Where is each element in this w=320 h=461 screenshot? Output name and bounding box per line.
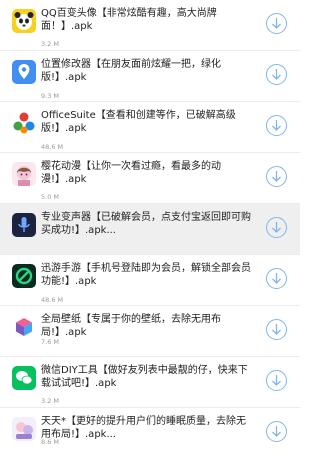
item-title: 樱花动漫【让你一次看过瘾，看最多的动漫!】.apk: [41, 161, 221, 185]
download-arrow-icon: [272, 222, 281, 233]
download-button[interactable]: [266, 217, 287, 238]
item-title: 迅游手游【手机号登陆即为会员，解锁全部会员功能!】.apk: [41, 263, 251, 287]
list-item[interactable]: 微信DIY工具【做好友列表中最靓的仔，快来下载试试吧!】.apk 3.2 M: [0, 357, 300, 408]
list-item[interactable]: 天天*【更好的提升用户们的睡眠质量，去除无用布局!】.apk... 8.6 M: [0, 408, 300, 461]
download-arrow-icon: [272, 324, 281, 335]
office-suite-icon: [12, 111, 36, 135]
download-button[interactable]: [266, 421, 287, 442]
item-title: 天天*【更好的提升用户们的睡眠质量，去除无用布局!】.apk...: [41, 416, 246, 440]
list-item[interactable]: 专业变声器【已破解会员，点支付宝返回即可购买成功!】.apk...: [0, 204, 300, 255]
list-item[interactable]: 全局壁纸【专属于你的壁纸，去除无用布局!】.apk 7.6 M: [0, 306, 300, 357]
download-arrow-icon: [272, 120, 281, 131]
item-size: 48.6 M: [41, 143, 64, 151]
list-item[interactable]: 迅游手游【手机号登陆即为会员，解锁全部会员功能!】.apk 48.6 M: [0, 255, 300, 306]
download-button[interactable]: [266, 64, 287, 85]
list-item[interactable]: 樱花动漫【让你一次看过瘾，看最多的动漫!】.apk 5.0 M: [0, 153, 300, 204]
download-arrow-icon: [272, 375, 281, 386]
download-button[interactable]: [266, 319, 287, 340]
item-size: 8.6 M: [41, 438, 60, 446]
download-button[interactable]: [266, 115, 287, 136]
item-title: 专业变声器【已破解会员，点支付宝返回即可购买成功!】.apk...: [41, 212, 251, 236]
xunyou-game-icon: [12, 264, 36, 288]
download-button[interactable]: [266, 13, 287, 34]
anime-girl-icon: [12, 162, 36, 186]
download-arrow-icon: [272, 426, 281, 437]
sleep-app-icon: [12, 417, 36, 441]
download-arrow-icon: [272, 69, 281, 80]
item-title: QQ百变头像【非常炫酷有趣，高大尚牌面！】.apk: [41, 8, 217, 32]
item-size: 3.2 M: [41, 397, 60, 405]
item-size: 9.3 M: [41, 92, 60, 100]
list-item[interactable]: QQ百变头像【非常炫酷有趣，高大尚牌面！】.apk 3.2 M: [0, 0, 300, 51]
item-title: 位置修改器【在朋友面前炫耀一把，绿化版!】.apk: [41, 59, 221, 83]
item-title: 全局壁纸【专属于你的壁纸，去除无用布局!】.apk: [41, 314, 221, 338]
cube-wallpaper-icon: [12, 315, 36, 339]
item-size: 3.2 M: [41, 40, 60, 48]
wechat-icon: [12, 366, 36, 390]
download-button[interactable]: [266, 370, 287, 391]
item-size: 7.6 M: [41, 338, 60, 346]
download-arrow-icon: [272, 18, 281, 29]
microphone-icon: [12, 213, 36, 237]
download-list: QQ百变头像【非常炫酷有趣，高大尚牌面！】.apk 3.2 M 位置修改器【在朋…: [0, 0, 300, 461]
panda-icon: [12, 9, 36, 33]
item-title: 微信DIY工具【做好友列表中最靓的仔，快来下载试试吧!】.apk: [41, 365, 248, 389]
location-pin-icon: [12, 60, 36, 84]
item-size: 5.0 M: [41, 193, 60, 201]
download-arrow-icon: [272, 273, 281, 284]
download-arrow-icon: [272, 171, 281, 182]
item-size: 48.6 M: [41, 296, 64, 304]
download-button[interactable]: [266, 166, 287, 187]
list-item[interactable]: 位置修改器【在朋友面前炫耀一把，绿化版!】.apk 9.3 M: [0, 51, 300, 102]
list-item[interactable]: OfficeSuite【查看和创建等作，已破解高级版!】.apk 48.6 M: [0, 102, 300, 153]
download-button[interactable]: [266, 268, 287, 289]
item-title: OfficeSuite【查看和创建等作，已破解高级版!】.apk: [41, 110, 236, 134]
